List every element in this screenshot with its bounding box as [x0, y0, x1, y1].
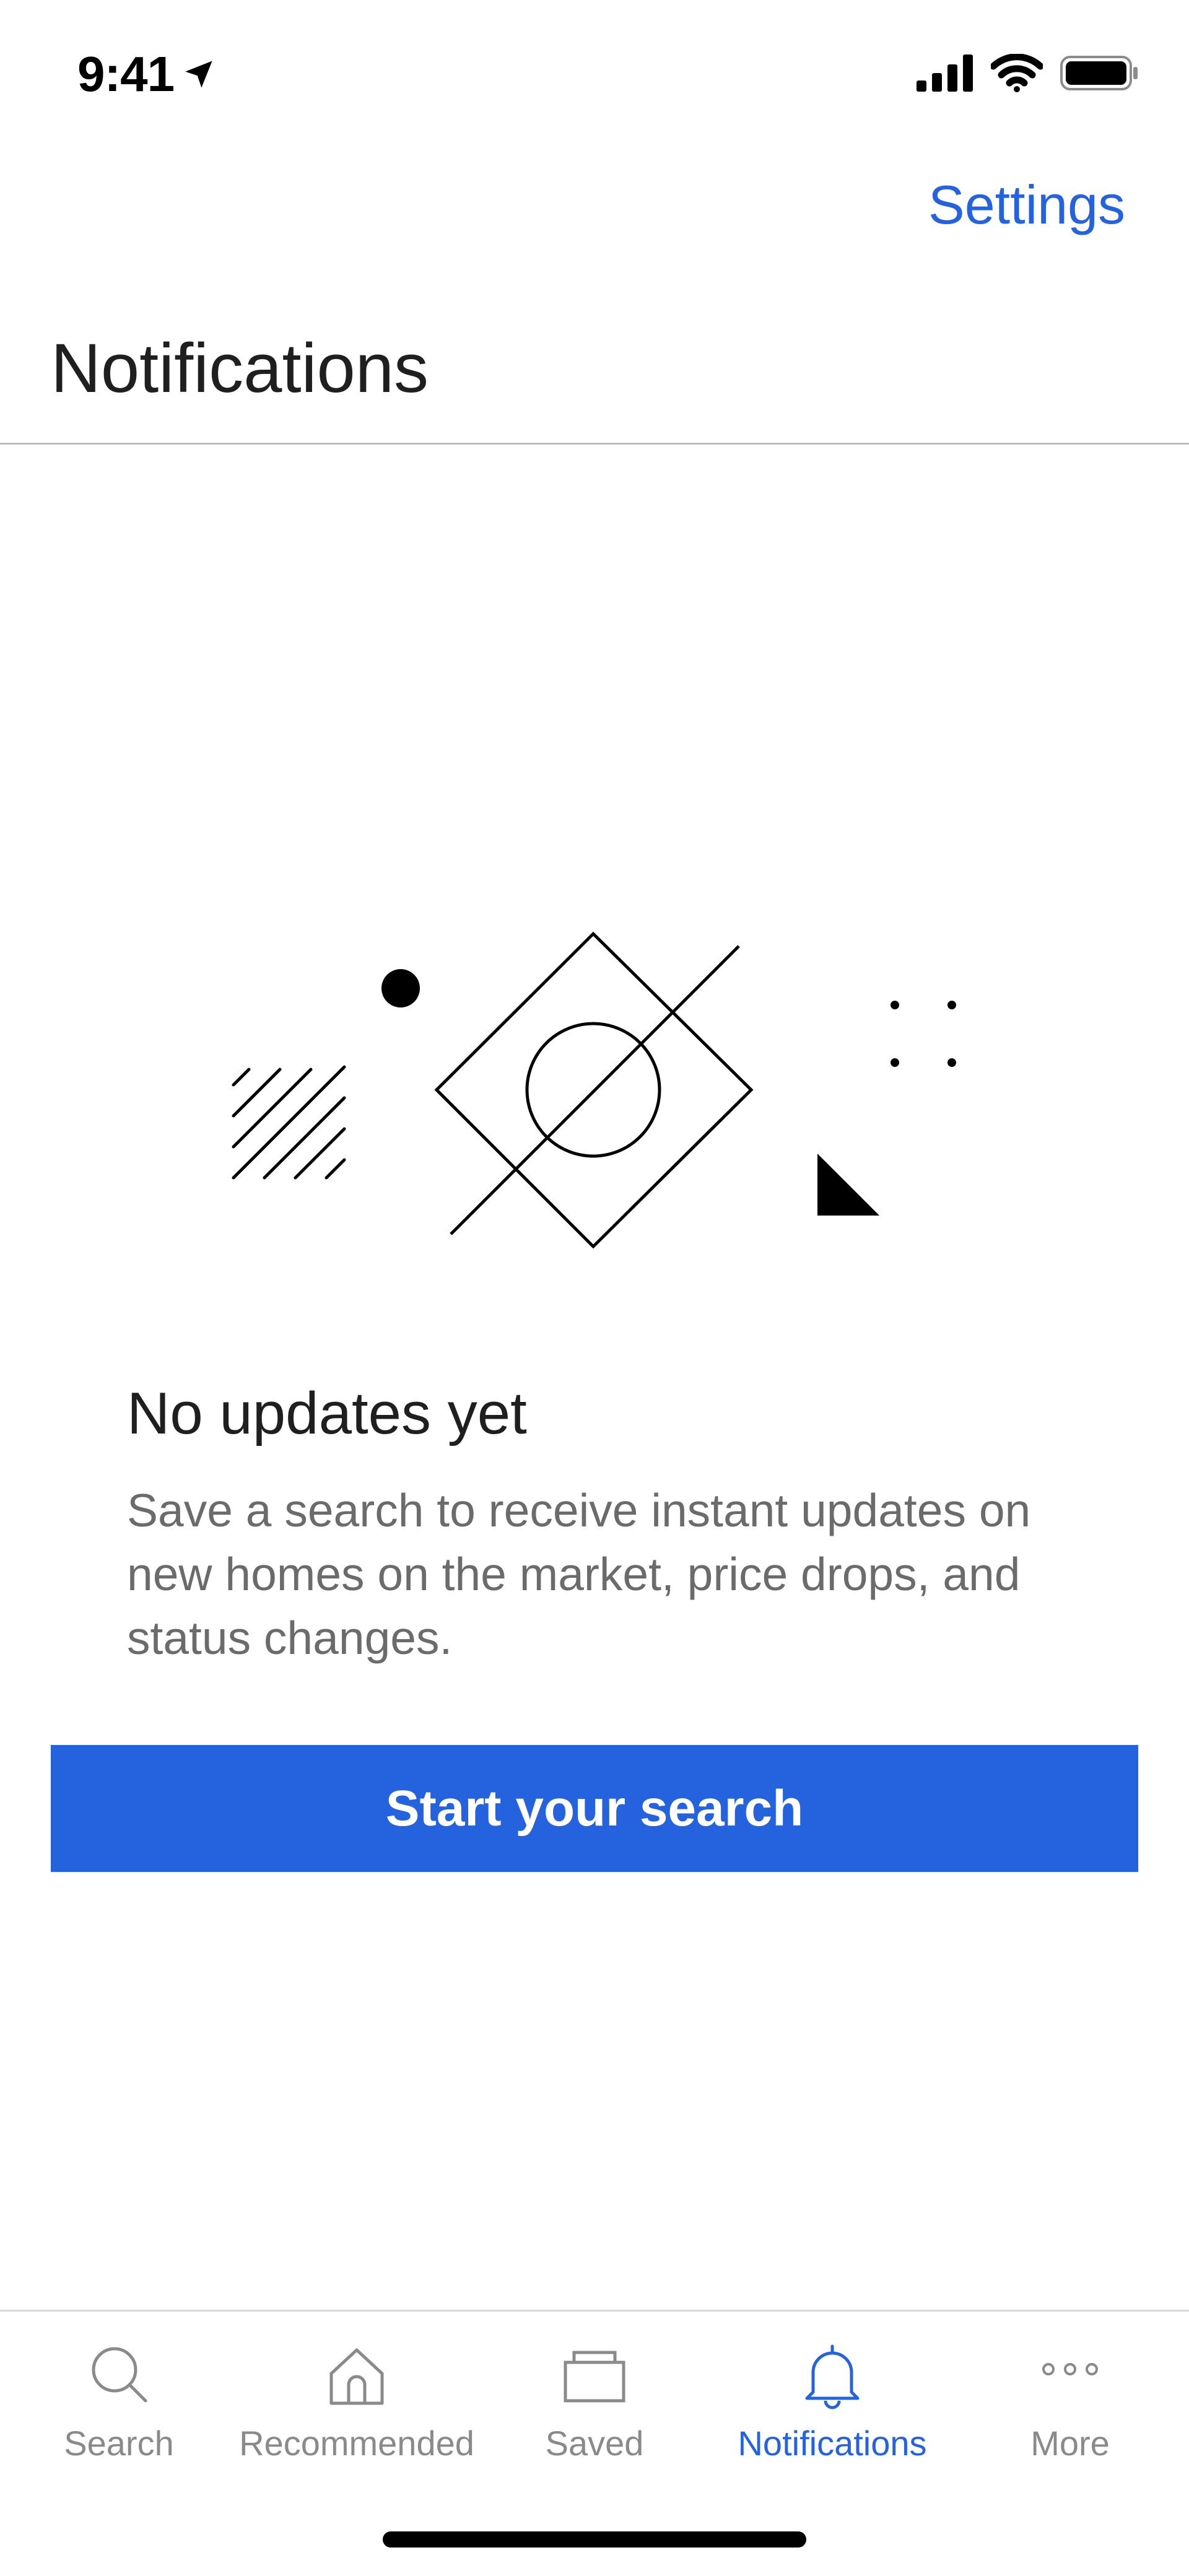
- cellular-signal-icon: [917, 54, 973, 92]
- page-title: Notifications: [51, 329, 429, 407]
- tab-more[interactable]: More: [951, 2312, 1189, 2491]
- saved-icon: [564, 2351, 625, 2403]
- tab-recommended-label: Recommended: [239, 2424, 474, 2463]
- settings-link[interactable]: Settings: [928, 173, 1125, 237]
- wifi-icon: [991, 53, 1043, 92]
- triangle-shape: [817, 1154, 879, 1216]
- home-icon: [329, 2348, 384, 2405]
- status-bar: 9:41: [0, 0, 1189, 142]
- battery-icon: [1060, 55, 1138, 90]
- tab-recommended[interactable]: Recommended: [238, 2312, 476, 2491]
- dot-shape: [381, 969, 420, 1007]
- empty-state-illustration: [232, 931, 956, 1249]
- tab-more-label: More: [1030, 2424, 1110, 2463]
- status-time: 9:41: [77, 46, 175, 102]
- search-icon: [92, 2347, 147, 2403]
- empty-state-description: Save a search to receive instant updates…: [127, 1484, 1031, 1664]
- tab-saved[interactable]: Saved: [476, 2312, 713, 2491]
- tab-saved-label: Saved: [545, 2424, 644, 2463]
- tab-bar: Search Recommended Saved Notifications M…: [0, 2310, 1189, 2576]
- status-indicators: [917, 53, 1139, 93]
- location-arrow-icon: [185, 61, 212, 88]
- hatch-lines-shape: [232, 1065, 346, 1180]
- start-search-button[interactable]: Start your search: [51, 1745, 1138, 1872]
- header-divider: [0, 443, 1189, 445]
- four-dots-shape: [891, 1001, 956, 1067]
- empty-state-title: No updates yet: [127, 1380, 527, 1447]
- tab-notifications-label: Notifications: [738, 2424, 927, 2463]
- status-time-group: 9:41: [77, 43, 215, 105]
- tab-search[interactable]: Search: [0, 2312, 238, 2491]
- diagonal-line-shape: [450, 945, 740, 1235]
- tab-search-label: Search: [64, 2424, 174, 2463]
- home-indicator[interactable]: [383, 2531, 806, 2548]
- bell-icon: [805, 2344, 860, 2409]
- tab-notifications[interactable]: Notifications: [713, 2312, 951, 2491]
- more-icon: [1042, 2363, 1098, 2375]
